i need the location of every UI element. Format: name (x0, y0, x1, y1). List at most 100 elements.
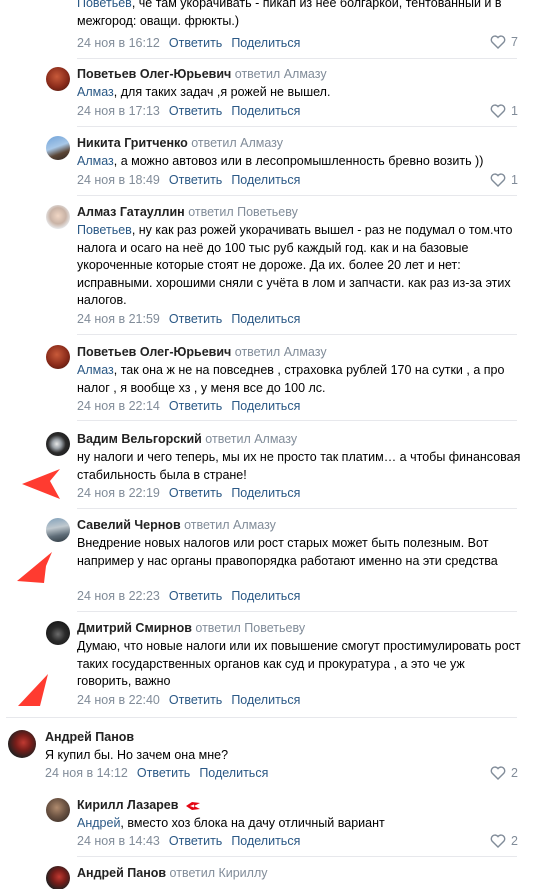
spartak-badge-icon (185, 801, 200, 810)
comment-date[interactable]: 24 ноя в 21:59 (77, 312, 160, 326)
comment-author[interactable]: Кирилл Лазарев (77, 798, 201, 812)
avatar[interactable] (46, 798, 70, 822)
avatar[interactable] (46, 621, 70, 645)
avatar[interactable] (46, 866, 70, 889)
avatar[interactable] (46, 432, 70, 456)
comment-text: Поветьев, ну как раз рожей укорачивать в… (77, 223, 513, 307)
comment-date[interactable]: 24 ноя в 16:12 (77, 36, 160, 50)
separator (77, 420, 517, 421)
reply-button[interactable]: Ответить (169, 36, 222, 50)
reply-button[interactable]: Ответить (137, 766, 190, 780)
comment-author[interactable]: Вадим Вельгорский ответил Алмазу (77, 432, 297, 446)
comment-author[interactable]: Савелий Чернов ответил Алмазу (77, 518, 276, 532)
like-count: 7 (511, 35, 518, 49)
share-button[interactable]: Поделиться (231, 834, 300, 848)
reply-to[interactable]: ответил Алмазу (235, 67, 327, 81)
comment: Поветьев, чё там укорачивать - пикап из … (0, 0, 536, 59)
reply-to[interactable]: ответил Кириллу (170, 866, 268, 880)
comment-text: Алмаз, а можно автовоз или в лесопромышл… (77, 154, 484, 168)
mention-link[interactable]: Поветьев (77, 223, 132, 237)
comment-author[interactable]: Дмитрий Смирнов ответил Поветьеву (77, 621, 305, 635)
separator (77, 334, 517, 335)
reply-to[interactable]: ответил Алмазу (205, 432, 297, 446)
avatar[interactable] (46, 205, 70, 229)
mention-link[interactable]: Алмаз (77, 363, 114, 377)
share-button[interactable]: Поделиться (231, 312, 300, 326)
share-button[interactable]: Поделиться (231, 589, 300, 603)
avatar[interactable] (46, 345, 70, 369)
comment-text: Поветьев, чё там укорачивать - пикап из … (77, 0, 522, 30)
like-count: 2 (511, 834, 518, 848)
comment-date[interactable]: 24 ноя в 18:49 (77, 173, 160, 187)
comment-author[interactable]: Алмаз Гатауллин ответил Поветьеву (77, 205, 298, 219)
share-button[interactable]: Поделиться (231, 693, 300, 707)
separator (77, 126, 517, 127)
mention-link[interactable]: Алмаз (77, 85, 114, 99)
reply-to[interactable]: ответил Поветьеву (188, 205, 298, 219)
share-button[interactable]: Поделиться (199, 766, 268, 780)
comment-author[interactable]: Поветьев Олег-Юрьевич ответил Алмазу (77, 67, 327, 81)
avatar[interactable] (46, 67, 70, 91)
reply-button[interactable]: Ответить (169, 399, 222, 413)
like-button[interactable]: 2 (490, 834, 518, 848)
comment-text: Я купил бы. Но зачем она мне? (45, 748, 229, 762)
mention-link[interactable]: Поветьев (77, 0, 132, 10)
heart-outline-icon (490, 834, 506, 848)
like-button[interactable]: 1 (490, 173, 518, 187)
separator (77, 58, 517, 59)
reply-to[interactable]: ответил Поветьеву (195, 621, 305, 635)
comment-meta: 24 ноя в 22:14 Ответить Поделиться (77, 399, 300, 413)
reply-button[interactable]: Ответить (169, 486, 222, 500)
heart-outline-icon (490, 35, 506, 49)
comment-date[interactable]: 24 ноя в 17:13 (77, 104, 160, 118)
comment-date[interactable]: 24 ноя в 14:12 (45, 766, 128, 780)
comment-text: Думаю, что новые налоги или их повышение… (77, 639, 521, 688)
share-button[interactable]: Поделиться (231, 36, 300, 50)
comment-author[interactable]: Никита Гритченко ответил Алмазу (77, 136, 283, 150)
like-button[interactable]: 2 (490, 766, 518, 780)
mention-link[interactable]: Алмаз (77, 154, 114, 168)
like-button[interactable]: 1 (490, 104, 518, 118)
avatar[interactable] (46, 518, 70, 542)
comment-date[interactable]: 24 ноя в 22:19 (77, 486, 160, 500)
comment-meta: 24 ноя в 18:49 Ответить Поделиться (77, 173, 300, 187)
avatar[interactable] (46, 136, 70, 160)
reply-button[interactable]: Ответить (169, 173, 222, 187)
comment: Андрей Панов ответил Кириллу (0, 864, 536, 889)
reply-button[interactable]: Ответить (169, 104, 222, 118)
reply-to[interactable]: ответил Алмазу (235, 345, 327, 359)
share-button[interactable]: Поделиться (231, 399, 300, 413)
comment-text: ну налоги и чего теперь, мы их не просто… (77, 450, 521, 482)
comment-meta: 24 ноя в 17:13 Ответить Поделиться (77, 104, 300, 118)
comment-meta: 24 ноя в 21:59 Ответить Поделиться (77, 312, 300, 326)
reply-button[interactable]: Ответить (169, 312, 222, 326)
like-button[interactable]: 7 (490, 35, 518, 49)
reply-button[interactable]: Ответить (169, 693, 222, 707)
comment-date[interactable]: 24 ноя в 22:14 (77, 399, 160, 413)
comment-text: Внедрение новых налогов или рост старых … (77, 536, 498, 568)
reply-button[interactable]: Ответить (169, 834, 222, 848)
separator (77, 195, 517, 196)
reply-to[interactable]: ответил Алмазу (184, 518, 276, 532)
share-button[interactable]: Поделиться (231, 104, 300, 118)
comment-date[interactable]: 24 ноя в 22:23 (77, 589, 160, 603)
comment-meta: 24 ноя в 16:12 Ответить Поделиться (77, 36, 300, 50)
comment-author[interactable]: Андрей Панов (45, 730, 134, 744)
comment-text: Алмаз, для таких задач ,я рожей не вышел… (77, 85, 331, 99)
heart-outline-icon (490, 766, 506, 780)
like-count: 2 (511, 766, 518, 780)
reply-to[interactable]: ответил Алмазу (191, 136, 283, 150)
mention-link[interactable]: Андрей (77, 816, 120, 830)
separator (77, 508, 517, 509)
share-button[interactable]: Поделиться (231, 486, 300, 500)
comment-date[interactable]: 24 ноя в 22:40 (77, 693, 160, 707)
comment-date[interactable]: 24 ноя в 14:43 (77, 834, 160, 848)
reply-button[interactable]: Ответить (169, 589, 222, 603)
comment-author[interactable]: Андрей Панов ответил Кириллу (77, 866, 268, 880)
comment-meta: 24 ноя в 14:12 Ответить Поделиться (45, 766, 268, 780)
comment-meta: 24 ноя в 22:19 Ответить Поделиться (77, 486, 300, 500)
avatar[interactable] (8, 730, 36, 758)
share-button[interactable]: Поделиться (231, 173, 300, 187)
comment-author[interactable]: Поветьев Олег-Юрьевич ответил Алмазу (77, 345, 327, 359)
separator (6, 717, 517, 718)
